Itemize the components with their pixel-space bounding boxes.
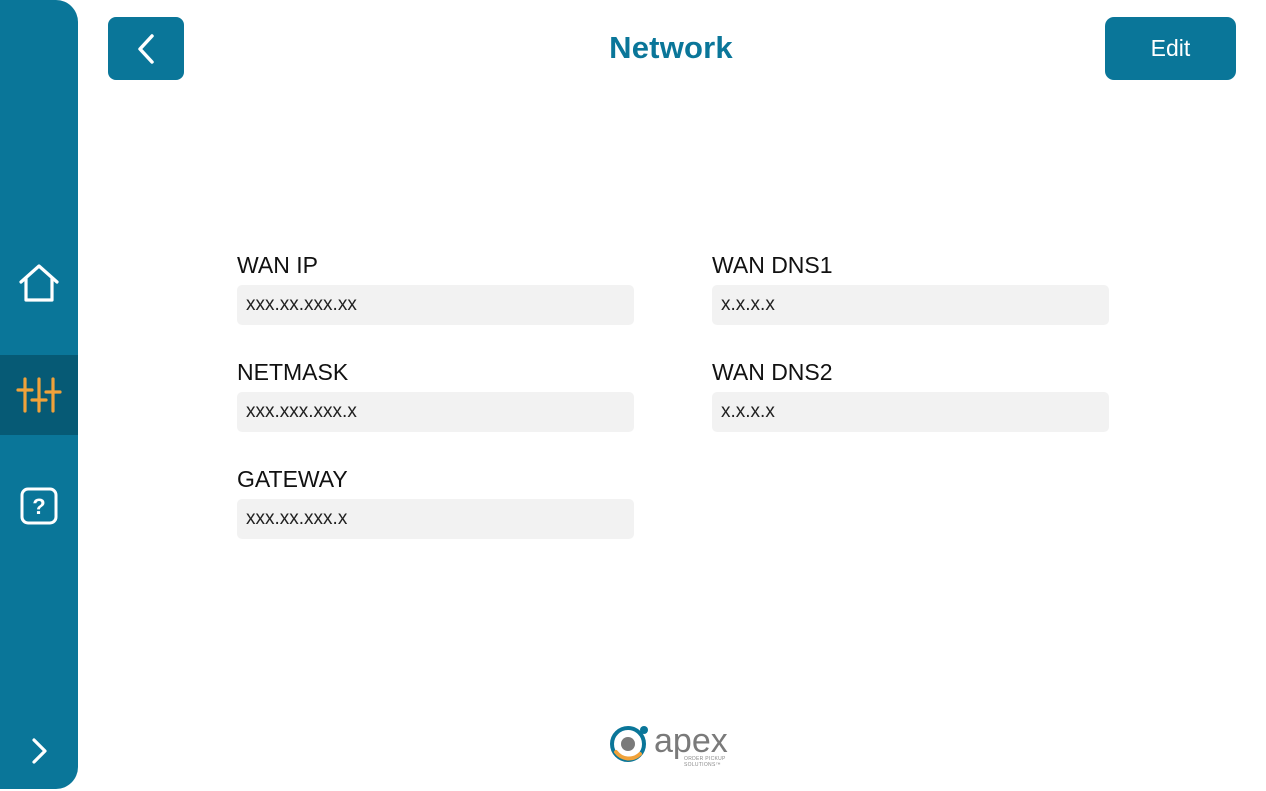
help-icon: ?: [20, 487, 58, 525]
back-button[interactable]: [108, 17, 184, 80]
wan-dns1-label: WAN DNS1: [712, 252, 833, 278]
wan-ip-label: WAN IP: [237, 252, 318, 278]
sidebar-item-settings[interactable]: [0, 355, 78, 435]
gateway-field[interactable]: xxx.xx.xxx.x: [237, 499, 634, 539]
logo-tagline: ORDER PICKUP SOLUTIONS™: [684, 756, 726, 768]
sidebar-item-help[interactable]: ?: [0, 466, 78, 546]
logo-wordmark: apex: [654, 722, 728, 760]
wan-dns1-field[interactable]: x.x.x.x: [712, 285, 1109, 325]
sidebar: ?: [0, 0, 78, 789]
wan-ip-field[interactable]: xxx.xx.xxx.xx: [237, 285, 634, 325]
page-title: Network: [609, 30, 733, 65]
sidebar-item-home[interactable]: [0, 243, 78, 323]
sidebar-expand-button[interactable]: [0, 711, 78, 791]
sliders-icon: [16, 377, 62, 413]
apex-logo: apex ORDER PICKUP SOLUTIONS™: [608, 722, 740, 772]
home-icon: [19, 264, 59, 302]
chevron-right-icon: [32, 738, 47, 764]
gateway-label: GATEWAY: [237, 466, 348, 492]
wan-dns2-label: WAN DNS2: [712, 359, 833, 385]
edit-button[interactable]: Edit: [1105, 17, 1236, 80]
svg-text:?: ?: [32, 494, 45, 519]
chevron-left-icon: [138, 33, 154, 64]
apex-logo-mark: [610, 726, 648, 762]
netmask-field[interactable]: xxx.xxx.xxx.x: [237, 392, 634, 432]
wan-dns2-field[interactable]: x.x.x.x: [712, 392, 1109, 432]
netmask-label: NETMASK: [237, 359, 349, 385]
